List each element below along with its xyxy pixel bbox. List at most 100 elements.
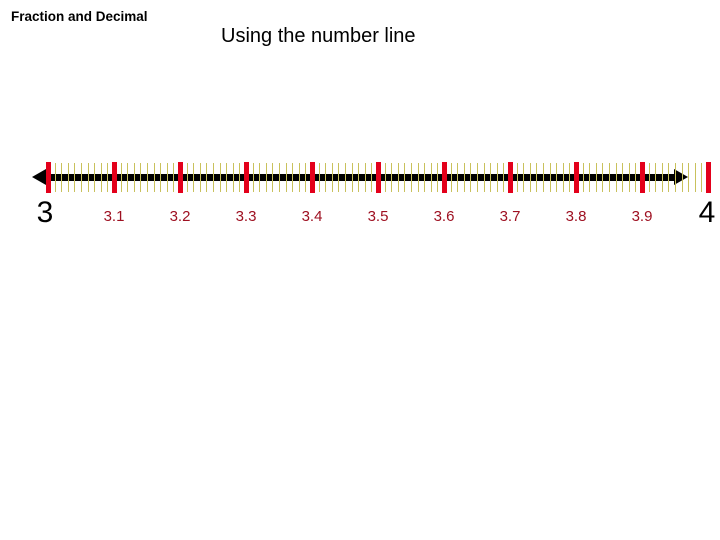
major-tick [574, 162, 579, 193]
minor-tick [437, 163, 439, 192]
minor-tick [173, 163, 175, 192]
minor-tick [529, 163, 531, 192]
minor-tick [166, 163, 168, 192]
minor-tick [628, 163, 630, 192]
minor-tick [384, 163, 386, 192]
minor-tick [259, 163, 261, 192]
minor-tick [81, 163, 82, 192]
minor-tick [595, 163, 597, 192]
major-tick [706, 162, 711, 193]
minor-tick [411, 163, 412, 192]
tick-label: 3.1 [103, 208, 125, 225]
minor-tick [305, 163, 307, 192]
minor-tick [536, 163, 538, 192]
minor-tick [569, 163, 571, 192]
minor-tick [252, 163, 254, 192]
minor-tick [206, 163, 208, 192]
minor-tick [265, 163, 267, 192]
major-tick [310, 162, 315, 193]
minor-tick [358, 163, 360, 192]
minor-tick [688, 163, 690, 192]
minor-tick [615, 163, 617, 192]
minor-tick [675, 163, 676, 192]
minor-tick [285, 163, 287, 192]
tick-label: 3.4 [301, 208, 323, 225]
tick-label: 3.7 [499, 208, 521, 225]
minor-tick [549, 163, 551, 192]
minor-tick [397, 163, 399, 192]
minor-tick [496, 163, 498, 192]
minor-tick [67, 163, 69, 192]
minor-tick [404, 163, 406, 192]
minor-tick [331, 163, 333, 192]
minor-tick [186, 163, 188, 192]
minor-tick [668, 163, 670, 192]
minor-tick [457, 163, 459, 192]
minor-tick [523, 163, 525, 192]
minor-tick [226, 163, 228, 192]
minor-tick [648, 163, 650, 192]
major-tick [640, 162, 645, 193]
minor-tick [589, 163, 591, 192]
minor-tick [556, 163, 558, 192]
minor-tick [213, 163, 214, 192]
minor-tick [609, 163, 610, 192]
minor-tick [239, 163, 241, 192]
minor-tick [463, 163, 465, 192]
number-line-figure: 3.1 3.2 3.3 3.4 3.5 3.6 3.7 3.8 3.9 3 4 [0, 140, 720, 250]
major-tick [178, 162, 183, 193]
minor-tick [54, 163, 56, 192]
minor-tick [351, 163, 353, 192]
slide-subtitle: Using the number line [221, 25, 416, 47]
number-line-axis [32, 162, 711, 194]
major-tick [508, 162, 513, 193]
minor-tick [371, 163, 373, 192]
minor-tick [470, 163, 472, 192]
minor-tick [272, 163, 274, 192]
minor-tick [701, 163, 703, 192]
major-tick [442, 162, 447, 193]
minor-tick [483, 163, 485, 192]
major-tick [376, 162, 381, 193]
minor-tick [450, 163, 452, 192]
minor-tick [100, 163, 102, 192]
minor-tick [582, 163, 584, 192]
minor-tick [430, 163, 432, 192]
minor-tick [140, 163, 142, 192]
tick-label: 3.3 [235, 208, 257, 225]
minor-tick [602, 163, 604, 192]
minor-tick [681, 163, 683, 192]
minor-tick [655, 163, 657, 192]
minor-tick [694, 163, 696, 192]
major-tick [46, 162, 51, 193]
minor-tick [661, 163, 663, 192]
minor-tick [94, 163, 96, 192]
minor-tick [107, 163, 109, 192]
minor-tick [61, 163, 63, 192]
minor-tick [160, 163, 162, 192]
minor-tick [391, 163, 393, 192]
minor-tick [133, 163, 135, 192]
minor-tick [490, 163, 492, 192]
minor-tick [292, 163, 294, 192]
tick-label: 3.9 [631, 208, 653, 225]
minor-tick [232, 163, 234, 192]
tick-label: 3.6 [433, 208, 455, 225]
minor-tick [338, 163, 340, 192]
major-tick [244, 162, 249, 193]
endpoint-label: 4 [698, 196, 716, 229]
tick-label: 3.5 [367, 208, 389, 225]
minor-tick [543, 163, 544, 192]
minor-tick [635, 163, 637, 192]
minor-tick [516, 163, 518, 192]
minor-tick [193, 163, 195, 192]
minor-tick [562, 163, 564, 192]
minor-tick [318, 163, 320, 192]
tick-label: 3.2 [169, 208, 191, 225]
minor-tick [279, 163, 280, 192]
slide-title: Fraction and Decimal [11, 9, 148, 24]
minor-tick [417, 163, 419, 192]
minor-tick [477, 163, 478, 192]
minor-tick [74, 163, 76, 192]
minor-tick [199, 163, 201, 192]
